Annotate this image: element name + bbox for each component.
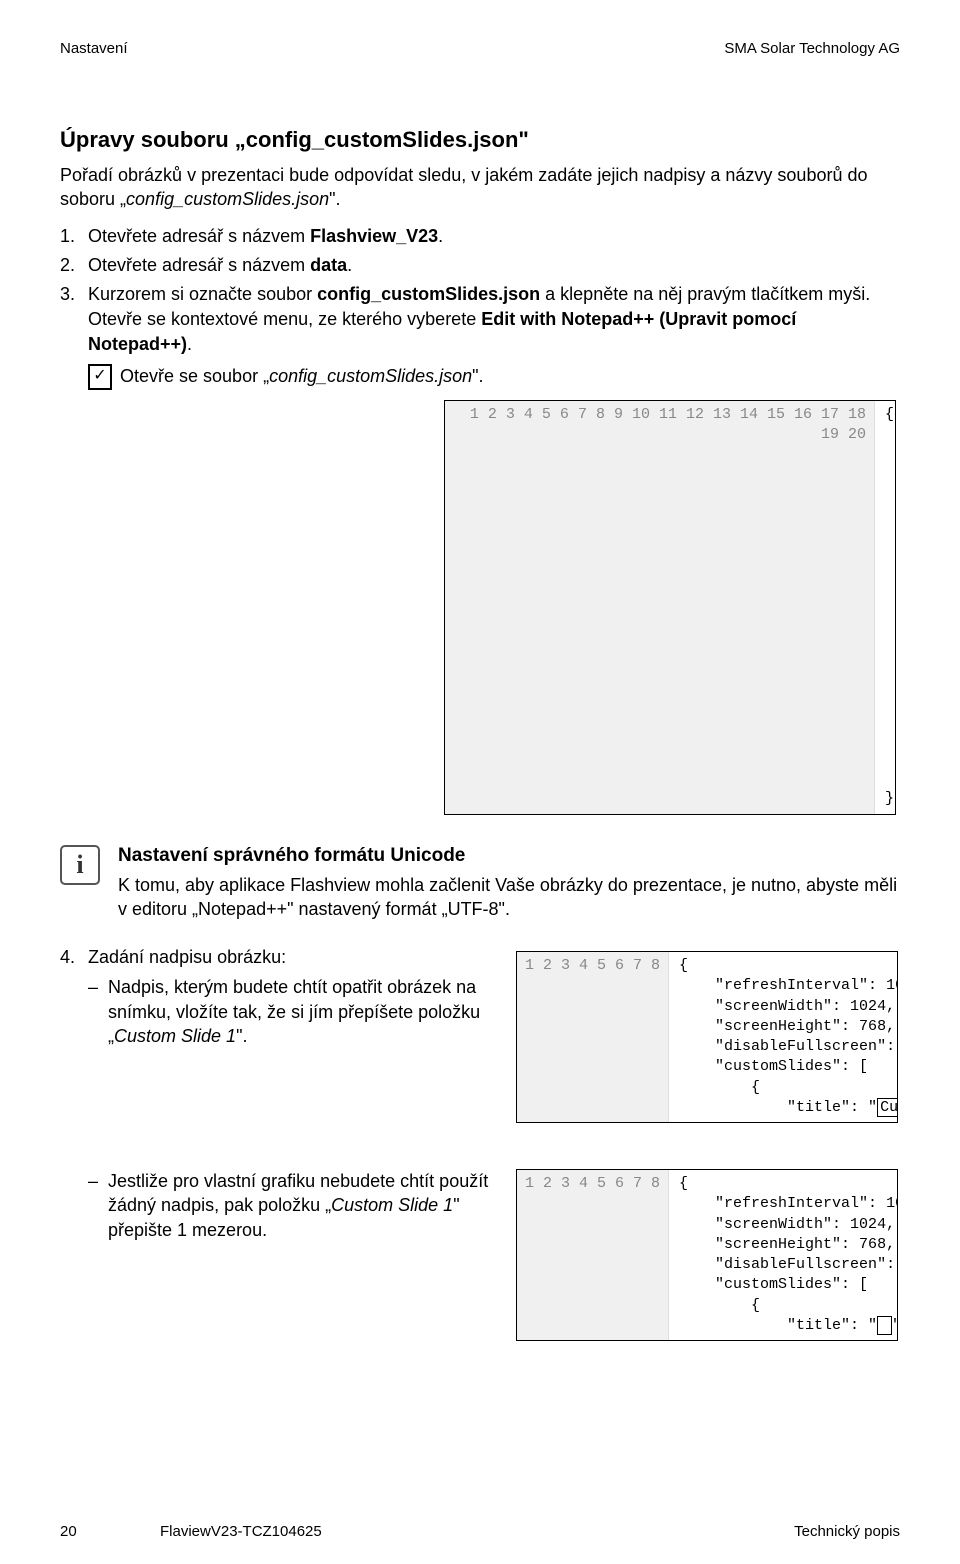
step-4-block-1: 4. Zadání nadpisu obrázku: – Nadpis, kte… xyxy=(60,945,900,1143)
code-pre: { "refreshInterval": 10, "screenWidth": … xyxy=(679,957,897,1116)
steps-list: 1. Otevřete adresář s názvem Flashview_V… xyxy=(60,224,900,815)
footer-doc-id: FlaviewV23-TCZ104625 xyxy=(160,1523,322,1540)
code-highlight: Custom Slide 1 xyxy=(877,1098,897,1117)
step-bold: data xyxy=(310,255,347,275)
step-text: Otevřete adresář s názvem xyxy=(88,226,310,246)
step-bold: config_customSlides.json xyxy=(317,284,540,304)
step-2: 2. Otevřete adresář s názvem data. xyxy=(60,253,900,278)
dash-icon: – xyxy=(88,1169,108,1242)
step-1: 1. Otevřete adresář s názvem Flashview_V… xyxy=(60,224,900,249)
step-text: Otevřete adresář s názvem xyxy=(88,255,310,275)
step-number: 2. xyxy=(60,253,88,278)
step-text: Kurzorem si označte soubor xyxy=(88,284,317,304)
page-header: Nastavení SMA Solar Technology AG xyxy=(60,40,900,57)
step-bold: Flashview_V23 xyxy=(310,226,438,246)
page-footer: 20 FlaviewV23-TCZ104625 Technický popis xyxy=(60,1523,900,1540)
info-title: Nastavení správného formátu Unicode xyxy=(118,845,900,867)
sub-filename: Custom Slide 1 xyxy=(331,1195,453,1215)
intro-filename: config_customSlides.json xyxy=(126,189,329,209)
code-block-3: 1 2 3 4 5 6 7 8 { "refreshInterval": 10,… xyxy=(516,1169,898,1341)
header-left: Nastavení xyxy=(60,40,128,57)
code-gutter: 1 2 3 4 5 6 7 8 9 10 11 12 13 14 15 16 1… xyxy=(445,401,875,814)
sub-text-b: ". xyxy=(236,1026,247,1046)
header-right: SMA Solar Technology AG xyxy=(724,40,900,57)
step-4-text: Zadání nadpisu obrázku: xyxy=(88,945,502,969)
check-text-b: ". xyxy=(472,366,483,386)
result-row: ✓ Otevře se soubor „config_customSlides.… xyxy=(60,364,900,390)
info-box: i Nastavení správného formátu Unicode K … xyxy=(60,845,900,922)
footer-doc-type: Technický popis xyxy=(794,1523,900,1540)
sub-filename: Custom Slide 1 xyxy=(114,1026,236,1046)
step-text-c: . xyxy=(187,334,192,354)
check-filename: config_customSlides.json xyxy=(269,366,472,386)
step-3: 3. Kurzorem si označte soubor config_cus… xyxy=(60,282,900,358)
code-gutter: 1 2 3 4 5 6 7 8 xyxy=(517,952,669,1122)
step-number: 3. xyxy=(60,282,88,358)
footer-page-number: 20 xyxy=(60,1523,77,1540)
step-4-block-2: – Jestliže pro vlastní grafiku nebudete … xyxy=(60,1163,900,1361)
step-text-b: . xyxy=(347,255,352,275)
step-number: 4. xyxy=(60,945,88,969)
intro-text-b: ". xyxy=(329,189,340,209)
code-gutter: 1 2 3 4 5 6 7 8 xyxy=(517,1170,669,1340)
step-text-b: . xyxy=(438,226,443,246)
code-body: { "refreshInterval": 10, "screenWidth": … xyxy=(669,952,897,1122)
code-pre: { "refreshInterval": 10, "screenWidth": … xyxy=(679,1175,897,1334)
check-text-a: Otevře se soubor „ xyxy=(120,366,269,386)
info-body-text: K tomu, aby aplikace Flashview mohla zač… xyxy=(118,873,900,922)
section-title: Úpravy souboru „config_customSlides.json… xyxy=(60,127,900,153)
code-block-1: 1 2 3 4 5 6 7 8 9 10 11 12 13 14 15 16 1… xyxy=(444,400,896,815)
check-icon: ✓ xyxy=(88,364,112,390)
code-body: { "refreshInterval": 10, "screenWidth": … xyxy=(669,1170,897,1340)
code-highlight xyxy=(877,1316,892,1335)
code-post: ", xyxy=(892,1317,897,1334)
intro-paragraph: Pořadí obrázků v prezentaci bude odpovíd… xyxy=(60,163,900,212)
dash-icon: – xyxy=(88,975,108,1048)
code-block-2: 1 2 3 4 5 6 7 8 { "refreshInterval": 10,… xyxy=(516,951,898,1123)
step-number: 1. xyxy=(60,224,88,249)
info-icon: i xyxy=(60,845,100,885)
code-body: { "refreshInterval": 10, "screenWidth": … xyxy=(875,401,895,814)
